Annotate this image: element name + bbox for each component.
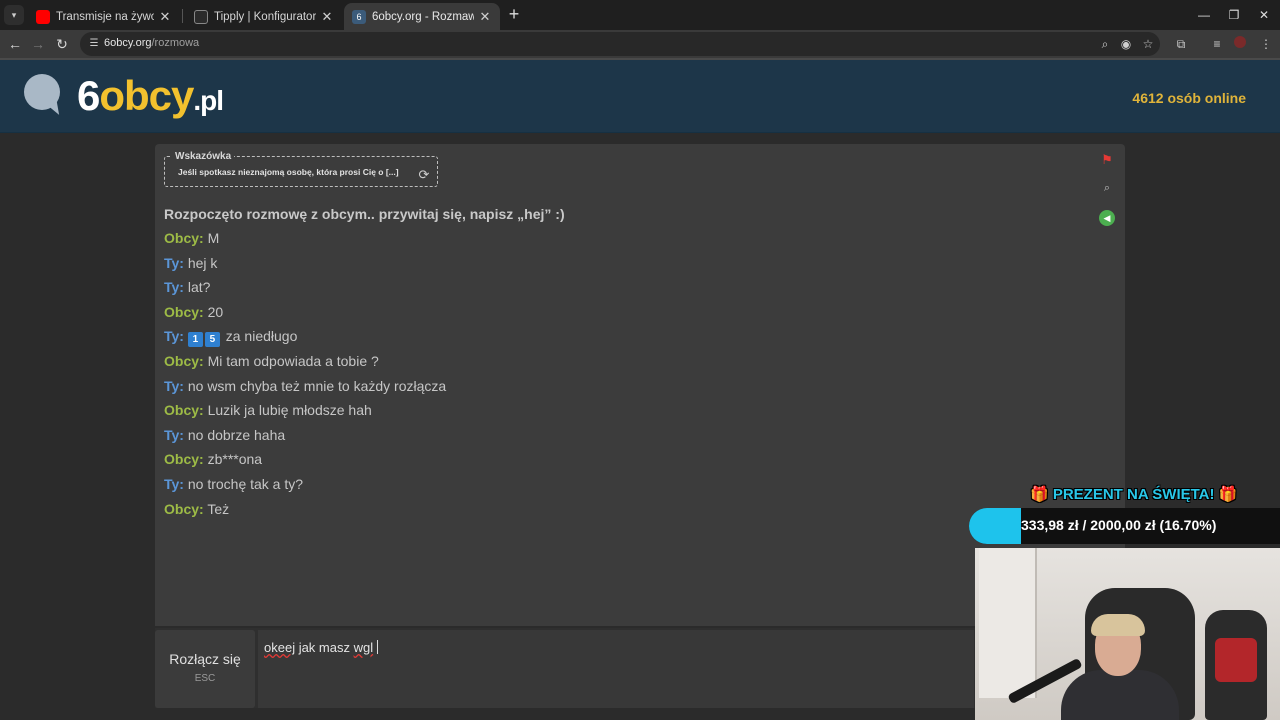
tab-tipply[interactable]: Tipply | Konfigurator (Twój cel) ✕ xyxy=(186,3,342,30)
tab-search-button[interactable]: ▾ xyxy=(4,5,24,25)
chat-message: Obcy: M xyxy=(164,229,446,254)
you-label: Ty: xyxy=(164,475,184,492)
chat-message: Obcy: 20 xyxy=(164,303,446,328)
tab-6obcy[interactable]: 6 6obcy.org - Rozmawiaj anonim ✕ xyxy=(344,3,500,30)
tab-title: Transmisje na żywo - YouTube S xyxy=(56,10,154,23)
sound-icon[interactable]: ◀ xyxy=(1099,210,1115,226)
chat-bubble-tail xyxy=(44,101,60,117)
message-text: za niedługo xyxy=(225,328,298,345)
chat-message: Ty: 15 za niedługo xyxy=(164,327,446,352)
minimize-icon[interactable]: — xyxy=(1188,0,1220,30)
hint-legend: Wskazówka xyxy=(172,151,235,162)
menu-dots-icon[interactable]: ⋮ xyxy=(1258,35,1274,53)
extensions-icon[interactable]: ⧉ xyxy=(1173,35,1189,53)
stranger-label: Obcy: xyxy=(164,451,204,468)
forward-icon[interactable]: → xyxy=(29,35,47,53)
chat-message: Obcy: Luzik ja lubię młodsze hah xyxy=(164,401,446,426)
webcam-door xyxy=(979,548,1037,698)
chat-message: Ty: no trochę tak a ty? xyxy=(164,475,446,500)
chat-message: Ty: no wsm chyba też mnie to każdy rozłą… xyxy=(164,377,446,402)
close-icon[interactable]: ✕ xyxy=(478,9,492,25)
webcam-person-body xyxy=(1061,670,1179,720)
close-icon[interactable]: ✕ xyxy=(320,9,334,25)
message-input-value[interactable]: okeej jak masz wgl xyxy=(264,640,379,655)
message-text: Luzik ja lubię młodsze hah xyxy=(207,402,372,419)
reload-icon[interactable]: ↻ xyxy=(53,35,71,53)
message-text: no wsm chyba też mnie to każdy rozłącza xyxy=(187,377,447,394)
disconnect-shortcut: ESC xyxy=(194,673,216,684)
webcam-person-hair xyxy=(1091,614,1145,636)
profile-avatar-icon[interactable] xyxy=(1232,35,1248,53)
chat-message: Obcy: Mi tam odpowiada a tobie ? xyxy=(164,352,446,377)
you-label: Ty: xyxy=(164,254,184,271)
stranger-label: Obcy: xyxy=(164,402,204,419)
text-caret xyxy=(377,640,379,654)
message-text: Mi tam odpowiada a tobie ? xyxy=(207,352,379,369)
you-label: Ty: xyxy=(164,328,184,345)
chat-message: Obcy: Też xyxy=(164,500,446,525)
you-label: Ty: xyxy=(164,279,184,296)
message-text: no dobrze haha xyxy=(187,426,286,443)
address-bar[interactable] xyxy=(80,32,1160,56)
6obcy-icon: 6 xyxy=(352,9,366,24)
disconnect-button[interactable] xyxy=(155,630,255,708)
plus-icon[interactable]: + xyxy=(504,5,524,25)
site-logo[interactable]: 6obcy.pl xyxy=(77,72,224,125)
maximize-icon[interactable]: ❐ xyxy=(1218,0,1250,30)
donation-goal-text: 333,98 zł / 2000,00 zł (16.70%) xyxy=(1021,517,1217,533)
stranger-label: Obcy: xyxy=(164,500,204,517)
stranger-label: Obcy: xyxy=(164,352,204,369)
keycap-1-emoji: 1 xyxy=(187,332,203,348)
message-text: M xyxy=(207,230,220,246)
chat-message: Obcy: zb***ona xyxy=(164,450,446,475)
stranger-label: Obcy: xyxy=(164,230,204,246)
close-icon[interactable]: ✕ xyxy=(158,9,172,25)
message-text: zb***ona xyxy=(207,451,263,468)
site-info-icon[interactable]: ☰ xyxy=(88,38,100,50)
hint-text: Jeśli spotkasz nieznajomą osobę, która p… xyxy=(178,167,399,177)
message-text: hej k xyxy=(187,254,218,271)
tab-youtube[interactable]: Transmisje na żywo - YouTube S ✕ xyxy=(28,3,180,30)
disconnect-label[interactable]: Rozłącz się xyxy=(155,651,255,667)
chat-message: Ty: no dobrze haha xyxy=(164,426,446,451)
donation-goal-title: 🎁 PREZENT NA ŚWIĘTA! 🎁 xyxy=(1030,486,1238,503)
message-text: Też xyxy=(207,500,230,517)
eye-off-icon[interactable]: ◉ xyxy=(1118,35,1134,53)
refresh-hint-icon[interactable]: ⟳ xyxy=(416,167,432,183)
conversation-started-message: Rozpoczęto rozmowę z obcym.. przywitaj s… xyxy=(164,206,565,222)
url-text[interactable]: 6obcy.org/rozmowa xyxy=(104,37,199,49)
message-text: lat? xyxy=(187,279,211,296)
tab-title: Tipply | Konfigurator (Twój cel) xyxy=(214,10,316,23)
tab-title: 6obcy.org - Rozmawiaj anonim xyxy=(372,10,474,23)
chat-message: Ty: lat? xyxy=(164,278,446,303)
stranger-label: Obcy: xyxy=(164,303,204,320)
tab-separator xyxy=(182,9,183,23)
close-window-icon[interactable]: ✕ xyxy=(1248,0,1280,30)
webcam-chair-red-panel xyxy=(1215,638,1257,682)
donation-goal-fill xyxy=(969,508,1021,544)
search-icon[interactable]: ⌕ xyxy=(1099,180,1115,196)
message-text: 20 xyxy=(207,303,224,320)
message-list: Obcy: M Ty: hej k Ty: lat? Obcy: 20 Ty: … xyxy=(164,229,446,524)
webcam-overlay xyxy=(975,548,1280,720)
tipply-icon xyxy=(194,9,208,24)
online-count: 4612 osób online xyxy=(1132,90,1246,106)
bookmark-star-icon[interactable]: ☆ xyxy=(1140,35,1156,53)
you-label: Ty: xyxy=(164,426,184,443)
you-label: Ty: xyxy=(164,377,184,394)
report-flag-icon[interactable]: ⚑ xyxy=(1099,152,1115,168)
back-icon[interactable]: ← xyxy=(6,35,24,53)
message-text: no trochę tak a ty? xyxy=(187,475,304,492)
media-controls-icon[interactable]: ≡ xyxy=(1209,35,1225,53)
keycap-5-emoji: 5 xyxy=(204,332,220,348)
zoom-icon[interactable]: ⌕ xyxy=(1097,35,1113,53)
youtube-icon xyxy=(36,9,50,24)
chat-message: Ty: hej k xyxy=(164,254,446,279)
